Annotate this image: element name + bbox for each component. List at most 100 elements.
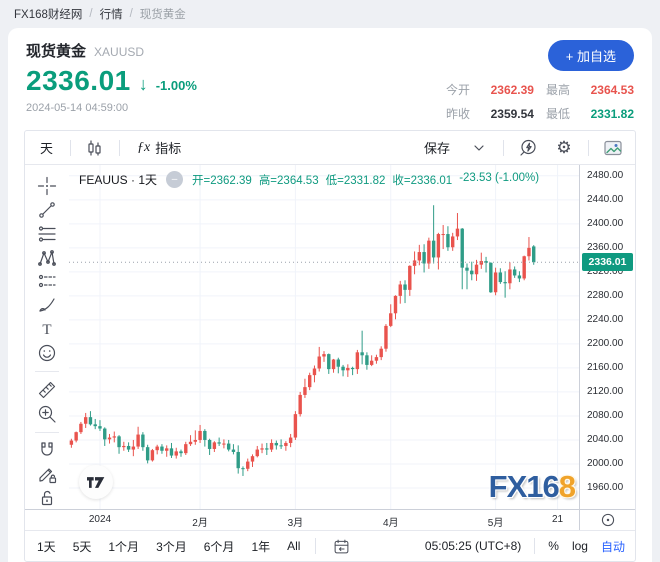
price-axis-label: 2000.00 <box>587 457 624 469</box>
stat-value-prev-close: 2359.54 <box>490 106 534 121</box>
stat-value-open: 2362.39 <box>490 82 534 97</box>
tool-magnet[interactable] <box>33 440 61 462</box>
tool-crosshair[interactable] <box>33 175 61 197</box>
add-watchlist-button[interactable]: + 加自选 <box>547 40 634 71</box>
tool-emoji[interactable] <box>33 342 61 364</box>
toolbar-divider <box>534 538 536 554</box>
scroll-target-button[interactable] <box>596 508 620 532</box>
stat-value-low: 2331.82 <box>590 106 634 121</box>
tools-divider <box>35 431 59 433</box>
time-axis[interactable]: 2024 2月 3月 4月 5月 21 <box>25 510 579 530</box>
smiley-icon <box>38 344 56 362</box>
range-6m-button[interactable]: 6个月 <box>202 536 237 557</box>
candlestick-icon <box>88 139 101 156</box>
quote-card: 现货黄金 XAUUSD 2336.01 ↓ -1.00% 2024-05-14 … <box>8 28 652 562</box>
chart-widget: 天 ƒx 指标 保存 ⚙ T FEAUUS · 1天 – 开=2362.39 高… <box>24 130 636 562</box>
indicators-button[interactable]: ƒx 指标 <box>132 135 186 160</box>
price-axis-label: 2440.00 <box>587 193 624 205</box>
save-button[interactable]: 保存 <box>419 135 455 160</box>
range-1y-button[interactable]: 1年 <box>249 536 272 557</box>
tool-ruler[interactable] <box>33 379 61 401</box>
price-axis[interactable]: 2480.00 2440.00 2400.00 2360.00 2320.00 2280.… <box>579 165 635 509</box>
range-all-button[interactable]: All <box>285 537 302 555</box>
candles-style-button[interactable] <box>83 136 107 160</box>
range-1d-button[interactable]: 1天 <box>35 536 58 557</box>
crosshair-icon <box>37 176 57 196</box>
toolbar-divider <box>315 538 317 554</box>
price-axis-label: 2200.00 <box>587 337 624 349</box>
legend-low: 低=2331.82 <box>325 174 386 187</box>
session-clock[interactable]: 05:05:25 (UTC+8) <box>425 539 521 553</box>
legend-change: -23.53 (-1.00%) <box>459 171 540 184</box>
save-dropdown-button[interactable] <box>467 136 491 160</box>
legend-high: 高=2364.53 <box>258 174 319 187</box>
quick-search-button[interactable] <box>516 136 540 160</box>
instrument-title: 现货黄金 <box>26 43 87 60</box>
tool-lock-all[interactable] <box>33 487 61 509</box>
screenshot-button[interactable] <box>601 136 625 160</box>
lightning-search-icon <box>520 139 536 156</box>
image-icon <box>604 140 622 155</box>
log-scale-button[interactable]: log <box>572 539 588 553</box>
target-circle-icon <box>601 513 614 527</box>
range-5d-button[interactable]: 5天 <box>71 536 94 557</box>
price-axis-label: 2040.00 <box>587 433 624 445</box>
price-axis-label: 2240.00 <box>587 313 624 325</box>
toolbar-divider <box>119 139 121 156</box>
tool-brush[interactable] <box>33 294 61 316</box>
legend-close: 收=2336.01 <box>392 174 453 187</box>
zoom-in-icon <box>38 405 56 423</box>
gear-icon: ⚙ <box>556 138 572 157</box>
range-3m-button[interactable]: 3个月 <box>154 536 189 557</box>
price-axis-label: 2120.00 <box>587 385 624 397</box>
percent-scale-button[interactable]: % <box>548 539 559 553</box>
tool-zoom-in[interactable] <box>33 403 61 425</box>
drawing-toolbar: T <box>25 165 69 509</box>
toolbar-divider <box>503 139 504 156</box>
range-1m-button[interactable]: 1个月 <box>106 536 141 557</box>
quote-timestamp: 2024-05-14 04:59:00 <box>26 102 129 114</box>
tool-forecast[interactable] <box>33 270 61 292</box>
price-axis-label: 1960.00 <box>587 481 624 493</box>
stat-value-high: 2364.53 <box>590 82 634 97</box>
tool-fib-retracement[interactable] <box>33 223 61 245</box>
chart-plot-area[interactable]: FEAUUS · 1天 – 开=2362.39 高=2364.53 低=2331… <box>69 165 579 509</box>
tool-xabcd-pattern[interactable] <box>33 247 61 269</box>
watermark-8-text: 8 <box>558 469 576 504</box>
goto-date-button[interactable] <box>329 534 353 558</box>
fx-icon: ƒx <box>137 139 151 155</box>
svg-text:T: T <box>42 322 51 338</box>
legend-open: 开=2362.39 <box>192 174 252 187</box>
trend-line-icon <box>39 201 55 218</box>
stat-label-open: 今开 <box>445 83 470 97</box>
instrument-symbol: XAUUSD <box>94 45 145 59</box>
forecast-icon <box>38 275 56 288</box>
save-label: 保存 <box>423 141 450 156</box>
tradingview-logo[interactable] <box>79 465 113 499</box>
toolbar-divider <box>588 139 589 156</box>
chart-bottom-toolbar: 1天 5天 1个月 3个月 6个月 1年 All 05:05:25 (UTC+8… <box>25 530 635 561</box>
price-axis-label: 2160.00 <box>587 361 624 373</box>
stat-label-high: 最高 <box>545 83 570 97</box>
breadcrumb-current: 现货黄金 <box>139 9 186 21</box>
settings-button[interactable]: ⚙ <box>552 136 576 160</box>
lock-open-icon <box>41 491 53 506</box>
tool-trend-line[interactable] <box>33 199 61 221</box>
tool-edit-lock[interactable] <box>33 463 61 485</box>
hide-series-toggle[interactable]: – <box>166 171 184 188</box>
interval-button[interactable]: 天 <box>35 135 58 160</box>
breadcrumb-quotes[interactable]: 行情 <box>100 6 123 22</box>
magnet-icon <box>41 442 53 456</box>
legend-series-title: FEAUUS · 1天 <box>79 173 158 187</box>
brush-icon <box>39 298 55 312</box>
candlestick-chart[interactable] <box>69 165 579 509</box>
ruler-icon <box>38 381 56 398</box>
auto-scale-button[interactable]: 自动 <box>601 538 625 555</box>
chart-legend: FEAUUS · 1天 – 开=2362.39 高=2364.53 低=2331… <box>79 171 539 188</box>
breadcrumb-home[interactable]: FX168财经网 <box>14 6 82 22</box>
breadcrumb: FX168财经网 / 行情 / 现货黄金 <box>0 0 660 28</box>
time-axis-label: 3月 <box>287 518 304 529</box>
tool-text[interactable]: T <box>33 318 61 340</box>
tools-divider <box>35 370 59 372</box>
price-change-percent: -1.00% <box>155 78 197 93</box>
